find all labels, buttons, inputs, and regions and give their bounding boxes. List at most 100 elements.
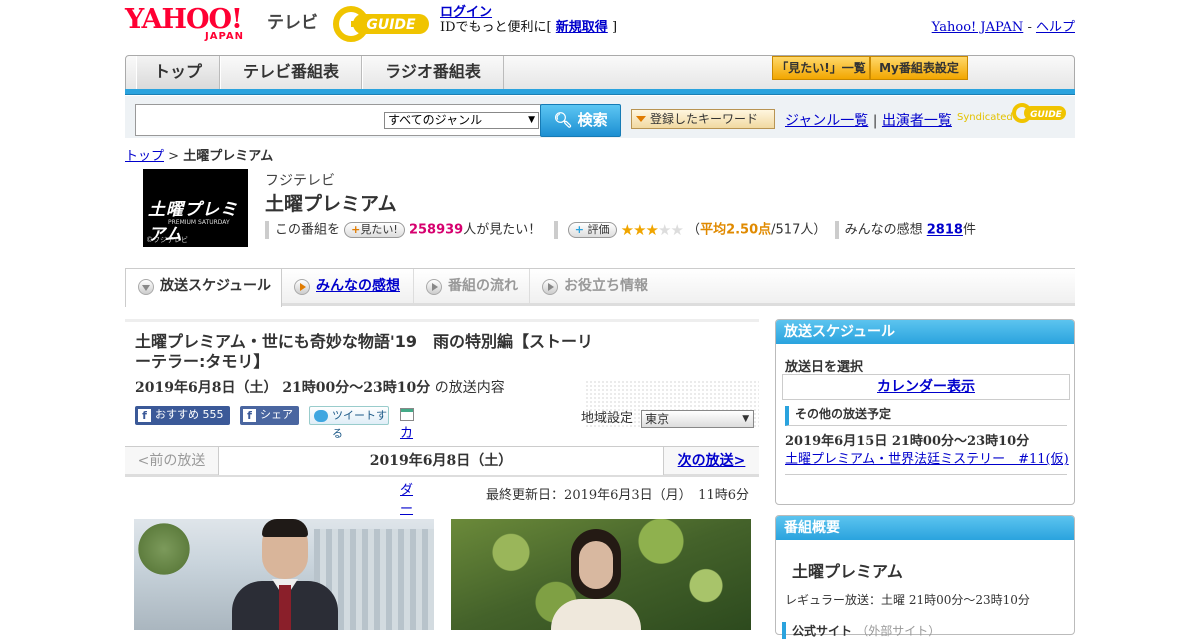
login-prompt: IDでもっと便利に[ [440,20,552,35]
channel-name: フジテレビ [265,173,335,189]
chevron-right-icon [294,279,310,295]
star-icon: ★ [620,221,634,239]
rating-average: 平均2.50点 [700,222,772,238]
episode-datetime-value: 2019年6月8日（土） 21時00分～23時10分 [135,380,431,396]
tab-comments[interactable]: みんなの感想 [282,269,414,305]
meta-divider [265,221,269,239]
schedule-sidebar-title: 放送スケジュール [776,320,1074,344]
syndicated-logo-text: GUIDE [1030,110,1063,120]
photo-hair [262,519,308,537]
my-schedule-button[interactable]: My番組表設定 [870,56,968,80]
program-thumbnail: 土曜プレミアム PREMIUM SATURDAY ©フジテレビ [143,169,248,247]
program-meta: この番組を +見たい! 258939人が見たい！ + 評価 ★★★★★ （平均2… [265,221,976,240]
official-site-heading: 公式サイト （外部サイト） [782,622,940,639]
star-icon: ★ [633,221,646,239]
gguide-logo-text: GUIDE [366,17,416,33]
syndicated-gguide-logo: GUIDE [1012,102,1068,124]
tab-comments-label: みんなの感想 [316,278,400,294]
official-site-label: 公式サイト [792,624,853,638]
tab-schedule[interactable]: 放送スケジュール [125,269,282,307]
tab-program-flow: 番組の流れ [414,269,530,305]
facebook-recommend-label: おすすめ 555 [155,408,224,421]
plus-icon: + [574,223,584,236]
mitai-button-label: 見たい! [360,223,398,236]
rating-open-paren: （ [687,222,701,238]
nav-tab-tv-schedule[interactable]: テレビ番組表 [220,56,362,90]
rating-stars: ★★★★★ [620,221,684,239]
facebook-share-button[interactable]: f シェア [240,406,299,425]
yahoo-japan-link[interactable]: Yahoo! JAPAN [932,20,1024,35]
facebook-recommend-button[interactable]: f おすすめ 555 [135,406,230,425]
other-schedule-date: 2019年6月15日 21時00分～23時10分 [785,434,1030,449]
last-updated: 最終更新日：2019年6月3日（月） 11時6分 [486,488,749,503]
genre-select[interactable]: すべてのジャンル [384,112,539,129]
prev-broadcast: <前の放送 [125,447,219,475]
meta-divider [553,221,558,239]
search-bar: すべてのジャンル 🔍︎ 検索 登録したキーワード ジャンル一覧 | 出演者一覧 … [125,96,1075,138]
other-schedule-item: 土曜プレミアム・世界法廷ミステリー #11(仮) [785,448,1069,467]
photo-body [551,599,641,630]
dropdown-triangle-icon [636,116,646,122]
photo-face [579,541,613,589]
comments-count-link[interactable]: 2818 [927,223,963,238]
mitai-list-button[interactable]: 「見たい!」一覧 [772,56,870,80]
rate-button[interactable]: + 評価 [567,222,617,238]
region-select[interactable]: 東京 [641,409,755,428]
tab-program-flow-label: 番組の流れ [448,278,518,294]
calendar-icon [400,408,414,421]
links-divider: | [872,113,878,129]
schedule-sidebar-box: 放送スケジュール 放送日を選択 カレンダー表示 その他の放送予定 2019年6月… [775,319,1075,505]
rate-button-label: 評価 [587,223,610,236]
facebook-icon: f [243,409,256,422]
nav-tab-top[interactable]: トップ [136,56,220,90]
tweet-button[interactable]: ツイートする [309,406,389,440]
breadcrumb-sep: > [168,149,180,164]
program-title: 土曜プレミアム [265,193,397,215]
chevron-right-icon [542,279,558,295]
breadcrumb-home[interactable]: トップ [125,149,164,164]
comments-label: みんなの感想 [844,222,923,238]
keyword-button[interactable]: 登録したキーワード [631,109,775,129]
login-prompt-end: ] [611,20,618,35]
next-broadcast: 次の放送> [663,447,759,475]
star-empty-icon: ★ [658,221,671,239]
cast-list-link[interactable]: 出演者一覧 [882,113,952,129]
breadcrumb: トップ > 土曜プレミアム [125,145,273,164]
genre-list-link[interactable]: ジャンル一覧 [785,113,868,129]
mitai-button[interactable]: +見たい! [344,222,405,238]
signup-link[interactable]: 新規取得 [556,20,608,35]
yahoo-logo[interactable]: YAHOO! JAPAN [125,4,261,43]
nav-tab-radio-schedule[interactable]: ラジオ番組表 [362,56,504,90]
search-button[interactable]: 🔍︎ 検索 [540,104,621,137]
next-broadcast-link[interactable]: 次の放送> [678,453,746,469]
help-link[interactable]: ヘルプ [1036,20,1075,35]
other-schedule-link[interactable]: 土曜プレミアム・世界法廷ミステリー #11(仮) [785,452,1069,467]
login-link[interactable]: ログイン [440,5,492,20]
overview-sidebar-box: 番組概要 土曜プレミアム レギュラー放送：土曜 21時00分～23時10分 公式… [775,515,1075,639]
tv-label[interactable]: テレビ [267,8,318,33]
yahoo-logo-text: YAHOO! [125,4,243,35]
nav-accent-bar [125,89,1075,95]
top-links-sep: - [1027,20,1032,35]
rating-count: /517人） [771,222,827,238]
select-date-label: 放送日を選択 [785,360,864,375]
calendar-display[interactable]: カレンダー表示 [782,374,1070,400]
episode-datetime-suffix: の放送内容 [434,380,505,396]
episode-datetime: 2019年6月8日（土） 21時00分～23時10分 の放送内容 [135,377,505,397]
thumbnail-subtitle: PREMIUM SATURDAY [168,219,230,226]
program-tabs: 放送スケジュール みんなの感想 番組の流れ お役立ち情報 [125,268,1075,307]
calendar-display-link[interactable]: カレンダー表示 [877,379,975,395]
top-links: Yahoo! JAPAN - ヘルプ [932,16,1075,35]
comments-suffix: 件 [962,222,976,238]
cast-photo[interactable] [134,519,434,630]
current-broadcast-date: 2019年6月8日（土） [219,447,663,475]
other-schedule-heading: その他の放送予定 [785,406,1067,426]
regular-broadcast: レギュラー放送：土曜 21時00分～23時10分 [785,593,1030,607]
photo-tie [279,585,291,630]
official-site-note: （外部サイト） [856,624,941,638]
cast-photo[interactable] [451,519,751,630]
syndicated-label: Syndicated [957,112,1013,123]
facebook-icon: f [138,409,151,422]
divider [785,474,1067,475]
photo-tree [134,519,194,579]
